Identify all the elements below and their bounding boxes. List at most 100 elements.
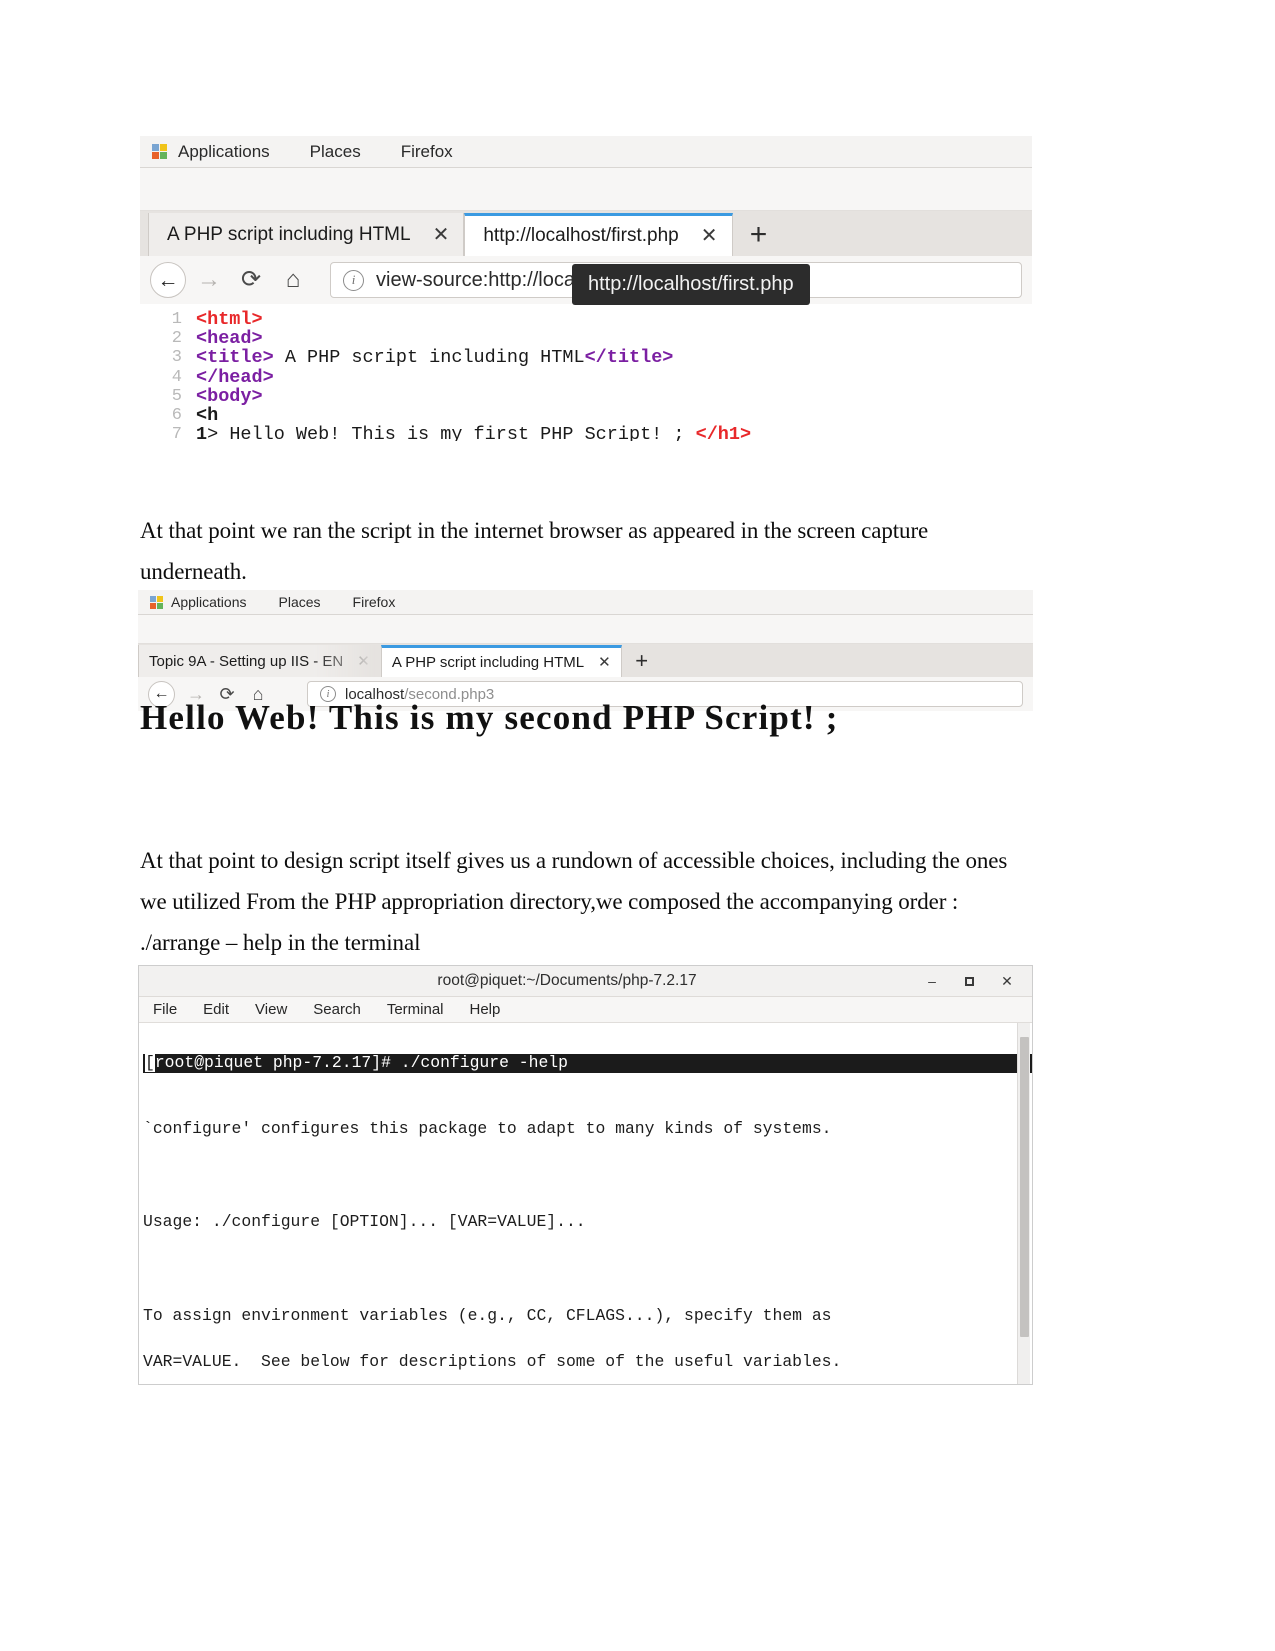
terminal-title: root@piquet:~/Documents/php-7.2.17 (437, 972, 697, 989)
line-number: 6 (171, 406, 182, 426)
firefox-tabstrip: Topic 9A - Setting up IIS - EN ✕ A PHP s… (138, 644, 1033, 677)
paragraph-configure-help-line1: At that point to design script itself gi… (140, 848, 1008, 873)
menu-edit[interactable]: Edit (203, 1001, 229, 1018)
applications-icon (150, 595, 163, 609)
new-tab-button[interactable]: + (733, 213, 785, 256)
code-token: </h1> (695, 424, 752, 441)
applications-icon (152, 143, 168, 160)
code-token: > Hello Web! This is my first PHP Script… (207, 424, 696, 441)
close-icon[interactable]: ✕ (433, 225, 450, 245)
line-number: 5 (171, 386, 182, 406)
code-token: </head> (196, 366, 274, 388)
browser-tab-first-php[interactable]: http://localhost/first.php ✕ (464, 213, 733, 256)
gnome-menu-firefox[interactable]: Firefox (353, 594, 396, 610)
firefox-tabstrip: A PHP script including HTML ✕ http://loc… (140, 211, 1032, 256)
close-icon[interactable]: ✕ (357, 654, 370, 669)
line-number: 3 (171, 348, 182, 368)
source-line: 2 <head> (140, 329, 1032, 348)
firefox-titlebar (138, 615, 1033, 644)
line-code: </head> (196, 368, 274, 387)
line-code: 1> Hello Web! This is my first PHP Scrip… (196, 425, 751, 441)
figure-terminal-window: root@piquet:~/Documents/php-7.2.17 – ✕ F… (138, 965, 1033, 1385)
terminal-cursor: [ (145, 1053, 155, 1073)
gnome-top-bar: Applications Places Firefox (140, 136, 1032, 168)
link-tooltip: http://localhost/first.php (572, 264, 810, 305)
menu-file[interactable]: File (153, 1001, 177, 1018)
minimize-icon[interactable]: – (925, 974, 939, 988)
terminal-prompt-line: [root@piquet php-7.2.17]# ./configure -h… (143, 1053, 1032, 1073)
figure-viewsource-browser: Applications Places Firefox A PHP script… (140, 136, 1032, 441)
code-token: <html> (196, 309, 263, 330)
view-source-code: 1 <html> 2 <head> 3 <title> A PHP script… (140, 304, 1032, 441)
line-code: <html> (196, 310, 263, 329)
line-code: <title> A PHP script including HTML</tit… (196, 348, 673, 367)
close-icon[interactable]: ✕ (598, 655, 611, 670)
tab-label: A PHP script including HTML (167, 223, 411, 245)
maximize-icon[interactable] (965, 976, 974, 986)
terminal-menubar: File Edit View Search Terminal Help (139, 997, 1032, 1023)
source-line: 1 <html> (140, 310, 1032, 329)
source-line: 4 </head> (140, 368, 1032, 387)
close-icon[interactable]: ✕ (701, 226, 718, 246)
code-token: <title> (196, 347, 274, 369)
rendered-page-heading: Hello Web! This is my second PHP Script!… (140, 698, 839, 737)
terminal-scrollbar[interactable] (1017, 1023, 1030, 1384)
terminal-line: VAR=VALUE. See below for descriptions of… (143, 1352, 842, 1372)
line-code: <body> (196, 387, 263, 406)
source-line: 5 <body> (140, 387, 1032, 406)
browser-tab-topic-9a[interactable]: Topic 9A - Setting up IIS - EN ✕ (138, 645, 381, 677)
info-icon[interactable]: i (343, 269, 364, 291)
source-line: 3 <title> A PHP script including HTML</t… (140, 348, 1032, 367)
gnome-top-bar: Applications Places Firefox (138, 590, 1033, 615)
tab-label: http://localhost/first.php (483, 225, 679, 246)
line-number: 2 (171, 329, 182, 349)
code-token: <head> (196, 328, 263, 350)
code-token: <h (196, 405, 219, 427)
code-token: A PHP script including HTML (273, 347, 585, 369)
tab-label: A PHP script including HTML (391, 654, 585, 671)
tab-label: Topic 9A - Setting up IIS - EN (149, 652, 344, 670)
back-button[interactable]: ← (150, 262, 186, 298)
terminal-line: Usage: ./configure [OPTION]... [VAR=VALU… (143, 1212, 586, 1232)
terminal-command: root@piquet php-7.2.17]# ./configure -he… (154, 1053, 568, 1073)
reload-button[interactable]: ⟳ (238, 268, 264, 292)
menu-help[interactable]: Help (470, 1001, 501, 1018)
browser-tab-php-script[interactable]: A PHP script including HTML ✕ (148, 213, 465, 256)
gnome-menu-places[interactable]: Places (310, 142, 361, 162)
source-line: 7 1> Hello Web! This is my first PHP Scr… (140, 425, 1032, 441)
firefox-titlebar (140, 168, 1032, 211)
menu-terminal[interactable]: Terminal (387, 1001, 444, 1018)
browser-tab-php-script[interactable]: A PHP script including HTML ✕ (380, 645, 622, 677)
document-page: Applications Places Firefox A PHP script… (0, 0, 1275, 1651)
code-token: </title> (584, 347, 674, 369)
forward-button: → (197, 266, 221, 293)
line-code: <h (196, 406, 218, 425)
code-token: <body> (196, 385, 263, 407)
source-line: 6 <h (140, 406, 1032, 425)
new-tab-button[interactable]: + (622, 645, 662, 677)
line-number: 4 (171, 367, 182, 387)
paragraph-configure-help-line2: we utilized From the PHP appropriation d… (140, 889, 959, 914)
paragraph-configure-help-line3: ./arrange – help in the terminal (140, 930, 421, 955)
close-icon[interactable]: ✕ (1000, 974, 1014, 988)
gnome-menu-firefox[interactable]: Firefox (401, 142, 453, 162)
terminal-output-area[interactable]: [root@piquet php-7.2.17]# ./configure -h… (139, 1023, 1032, 1384)
window-buttons: – ✕ (925, 974, 1032, 988)
gnome-menu-applications[interactable]: Applications (171, 594, 247, 610)
paragraph-browser-run: At that point we ran the script in the i… (140, 518, 929, 584)
menu-search[interactable]: Search (313, 1001, 361, 1018)
menu-view[interactable]: View (255, 1001, 287, 1018)
home-button[interactable]: ⌂ (280, 268, 306, 292)
line-code: <head> (196, 329, 263, 348)
code-token: 1 (196, 424, 208, 441)
scrollbar-thumb[interactable] (1020, 1037, 1029, 1337)
line-number: 7 (171, 425, 182, 441)
terminal-titlebar: root@piquet:~/Documents/php-7.2.17 – ✕ (139, 966, 1032, 997)
terminal-line: To assign environment variables (e.g., C… (143, 1305, 832, 1325)
gnome-menu-applications[interactable]: Applications (178, 142, 270, 162)
line-number: 1 (171, 310, 182, 329)
terminal-line: `configure' configures this package to a… (143, 1118, 832, 1138)
gnome-menu-places[interactable]: Places (279, 594, 321, 610)
